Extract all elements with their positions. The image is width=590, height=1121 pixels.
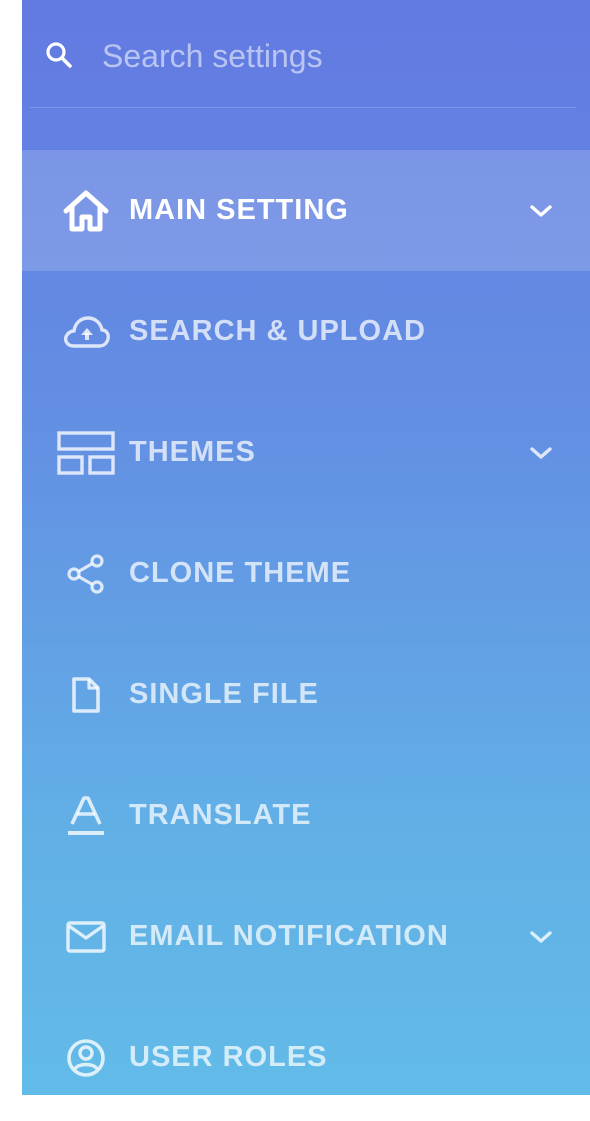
file-icon [56,670,116,720]
text-format-icon [56,791,116,841]
search-bar [22,0,590,108]
search-input[interactable] [102,30,562,82]
home-icon [56,186,116,236]
settings-sidebar: MAIN SETTING SEARCH & UPLOAD [22,0,590,1095]
chevron-down-icon[interactable] [524,194,558,228]
search-divider [30,107,576,108]
layout-icon [56,428,116,478]
user-circle-icon [56,1033,116,1083]
menu-item-label: SINGLE FILE [129,678,319,710]
share-icon [56,549,116,599]
menu-item-user-roles[interactable]: USER ROLES [22,997,590,1095]
menu-item-clone-theme[interactable]: CLONE THEME [22,513,590,634]
menu-item-search-upload[interactable]: SEARCH & UPLOAD [22,271,590,392]
chevron-down-icon[interactable] [524,436,558,470]
menu-item-translate[interactable]: TRANSLATE [22,755,590,876]
menu-item-label: SEARCH & UPLOAD [129,315,426,347]
menu-item-themes[interactable]: THEMES [22,392,590,513]
mail-icon [56,912,116,962]
menu-item-label: THEMES [129,436,256,468]
settings-menu: MAIN SETTING SEARCH & UPLOAD THEMES CLON… [22,150,590,1095]
menu-item-label: TRANSLATE [129,799,312,831]
menu-item-label: CLONE THEME [129,557,352,589]
search-icon [44,40,74,70]
chevron-down-icon[interactable] [524,920,558,954]
menu-item-main-setting[interactable]: MAIN SETTING [22,150,590,271]
menu-item-label: MAIN SETTING [129,194,349,226]
menu-item-email-notification[interactable]: EMAIL NOTIFICATION [22,876,590,997]
cloud-upload-icon [56,307,116,357]
menu-item-label: EMAIL NOTIFICATION [129,920,449,952]
menu-item-label: USER ROLES [129,1041,328,1073]
menu-item-single-file[interactable]: SINGLE FILE [22,634,590,755]
